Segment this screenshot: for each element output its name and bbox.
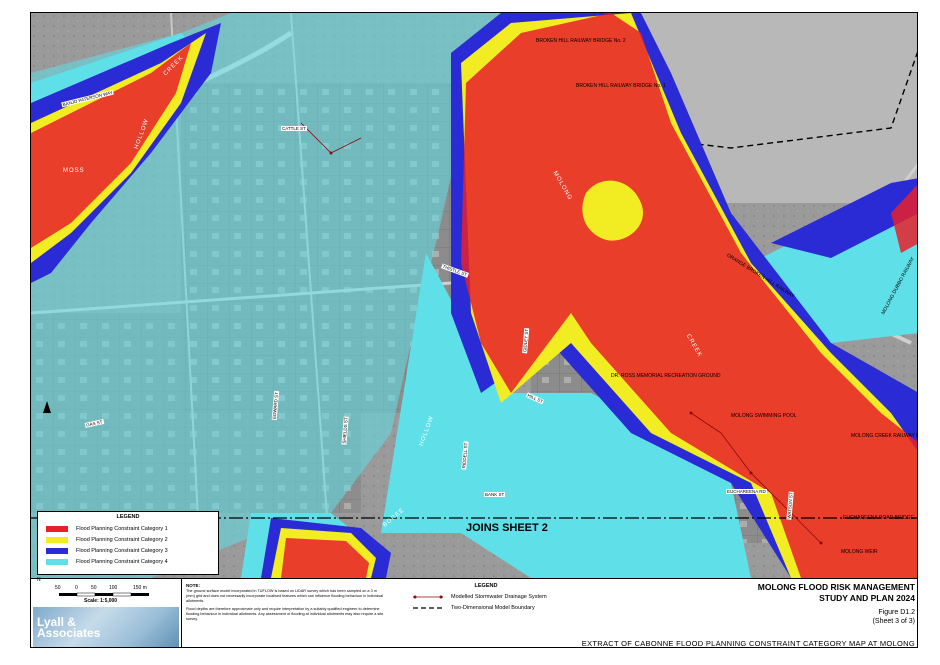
title-block: MOLONG FLOOD RISK MANAGEMENT STUDY AND P…: [581, 579, 917, 648]
scale-tick-1: 50: [55, 585, 61, 591]
joins-sheet-label: JOINS SHEET 2: [466, 522, 548, 534]
scale-tick-3: 50: [91, 585, 97, 591]
map-legend: LEGEND Flood Planning Constraint Categor…: [37, 511, 219, 575]
notes-panel: NOTE: The ground surface model incorpora…: [186, 583, 386, 622]
road-bank: BANK ST: [484, 492, 506, 497]
north-arrow-label: N: [37, 577, 41, 583]
legend-drainage-label: Modelled Stormwater Drainage System: [451, 594, 547, 600]
sheet-number: (Sheet 3 of 3): [872, 618, 915, 625]
flood-map[interactable]: BROKEN HILL RAILWAY BRIDGE No. 2 BROKEN …: [31, 13, 917, 578]
scale-label: Scale: 1:5,000: [84, 598, 118, 604]
figure-number: Figure D1.2: [878, 609, 915, 616]
company-panel: 50 0 50 100 150 m Scale: 1:5,000 N Lyall…: [31, 577, 182, 647]
map-sheet: BROKEN HILL RAILWAY BRIDGE No. 2 BROKEN …: [30, 12, 918, 648]
notes-paragraph-2: Flood depths are therefore approximate o…: [186, 607, 384, 621]
legend-title: LEGEND: [116, 514, 140, 520]
creek-bridge-label: MOLONG CREEK RAILWAY BRIDGE: [851, 433, 917, 439]
pool-label: MOLONG SWIMMING POOL: [731, 413, 797, 419]
legend-item-cat3: Flood Planning Constraint Category 3: [46, 548, 168, 554]
legend-boundary-label: Two-Dimensional Model Boundary: [451, 605, 535, 611]
road-euch: EUCHAREENA RD: [726, 489, 767, 494]
scale-tick-2: 0: [75, 585, 78, 591]
notes-paragraph-1: The ground surface model incorporated in…: [186, 589, 384, 603]
memorial-label: DR. ROSS MEMORIAL RECREATION GROUND: [611, 373, 721, 379]
scale-tick-4: 100: [109, 585, 118, 591]
legend-item-cat4: Flood Planning Constraint Category 4: [46, 559, 168, 565]
bridge1-label: BROKEN HILL RAILWAY BRIDGE No. 1: [576, 83, 666, 89]
legend-label-cat2: Flood Planning Constraint Category 2: [76, 537, 168, 543]
title-line-1: MOLONG FLOOD RISK MANAGEMENT: [757, 582, 915, 592]
title-line-2: STUDY AND PLAN 2024: [819, 593, 915, 603]
legend-item-cat1: Flood Planning Constraint Category 1: [46, 526, 168, 532]
flood-map-graphic: [31, 13, 917, 578]
legend-label-cat3: Flood Planning Constraint Category 3: [76, 548, 168, 554]
weir-label: MOLONG WEIR: [841, 549, 878, 555]
company-name-line2: Associates: [37, 626, 101, 640]
extract-title: EXTRACT OF CABONNE FLOOD PLANNING CONSTR…: [581, 639, 915, 648]
legend-item-cat2: Flood Planning Constraint Category 2: [46, 537, 168, 543]
scale-bar: 50 0 50 100 150 m Scale: 1:5,000 N: [37, 577, 179, 605]
secondary-legend-title: LEGEND: [474, 583, 498, 589]
euch-bridge-label: EUCHAREENA ROAD BRIDGE: [843, 515, 914, 521]
legend-label-cat1: Flood Planning Constraint Category 1: [76, 526, 168, 532]
map-footer: 50 0 50 100 150 m Scale: 1:5,000 N Lyall…: [31, 577, 917, 648]
secondary-legend: LEGEND Modelled Stormwater Drainage Syst…: [391, 579, 581, 647]
legend-swatch-cat4: [46, 559, 68, 565]
notes-heading: NOTE:: [186, 583, 200, 588]
legend-label-cat4: Flood Planning Constraint Category 4: [76, 559, 168, 565]
scale-tick-5: 150 m: [133, 585, 147, 591]
legend-symbols: [413, 595, 443, 609]
company-logo-text: Lyall & Associates: [37, 616, 101, 640]
legend-swatch-cat1: [46, 526, 68, 532]
legend-swatch-cat2: [46, 537, 68, 543]
moss-label: MOSS: [63, 168, 85, 174]
road-cattle: CATTLE ST: [281, 126, 307, 131]
bridge2-label: BROKEN HILL RAILWAY BRIDGE No. 2: [536, 38, 626, 44]
legend-swatch-cat3: [46, 548, 68, 554]
